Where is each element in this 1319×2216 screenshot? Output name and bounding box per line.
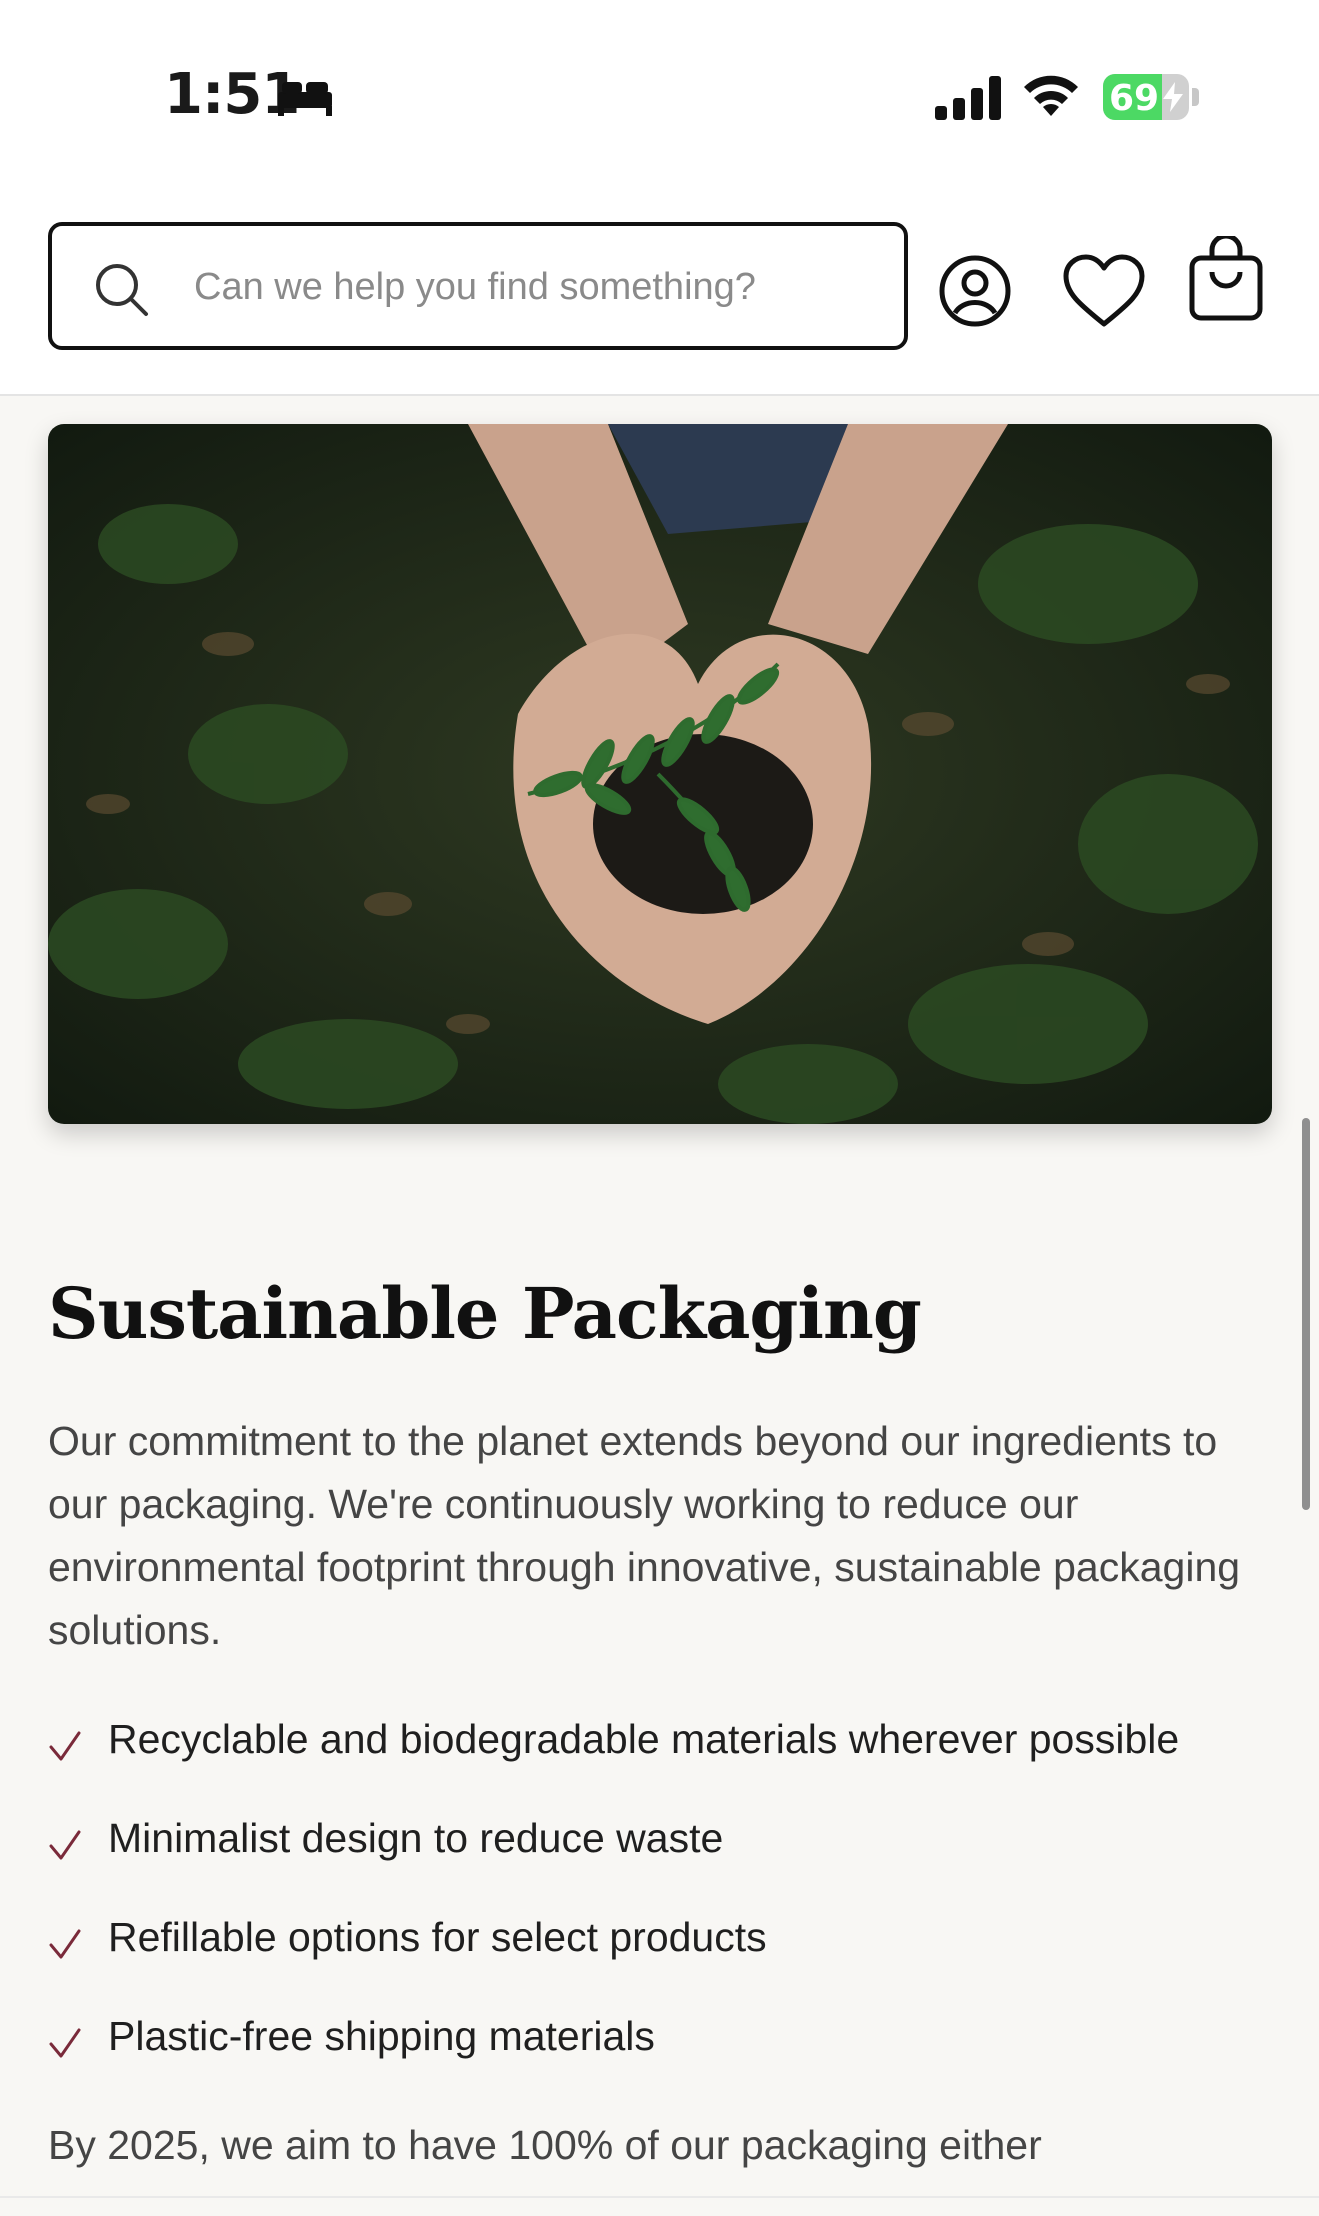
feature-text: Plastic-free shipping materials [108, 2013, 655, 2059]
hero-image [48, 424, 1272, 1124]
check-icon [49, 1731, 81, 1761]
check-icon [49, 1929, 81, 1959]
feature-text: Refillable options for select products [108, 1914, 767, 1960]
bed-icon [278, 82, 332, 116]
feature-text: Recyclable and biodegradable materials w… [108, 1716, 1180, 1762]
charging-bolt-icon [1163, 82, 1183, 112]
section-body: Our commitment to the planet extends bey… [48, 1418, 1241, 1653]
status-bar: 1:51 69 [0, 0, 1319, 180]
check-icon [49, 2028, 81, 2058]
bottom-edge [0, 2196, 1319, 2216]
section-footer-text: By 2025, we aim to have 100% of our pack… [48, 2122, 1042, 2168]
heart-icon[interactable] [1062, 254, 1146, 328]
hands-holding-seedling-photo [48, 424, 1272, 1124]
battery-indicator: 69 [1103, 74, 1199, 120]
site-header [0, 180, 1319, 396]
feature-text: Minimalist design to reduce waste [108, 1815, 724, 1861]
section-title: Sustainable Packaging [48, 1272, 922, 1355]
search-input[interactable] [192, 250, 886, 324]
search-bar[interactable] [48, 222, 908, 350]
shopping-bag-icon[interactable] [1188, 236, 1264, 322]
wifi-icon [1024, 75, 1078, 116]
cellular-signal-icon [935, 76, 1001, 120]
search-icon[interactable] [94, 262, 150, 318]
account-icon[interactable] [938, 254, 1012, 328]
battery-percent: 69 [1109, 78, 1160, 119]
check-icon [49, 1830, 81, 1860]
scrollbar[interactable] [1302, 1118, 1310, 1510]
